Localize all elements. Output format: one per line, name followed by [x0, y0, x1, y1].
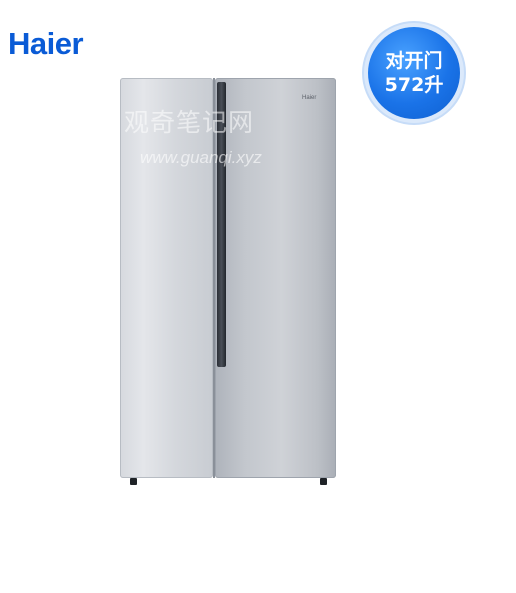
badge-door-type: 对开门 — [385, 50, 443, 72]
feature-badge: 对开门 572升 — [368, 27, 460, 119]
brand-logo: Haier — [8, 26, 84, 61]
badge-capacity: 572升 — [384, 74, 444, 96]
left-foot — [130, 478, 137, 485]
right-foot — [320, 478, 327, 485]
watermark-url: www.guanqi.xyz — [140, 148, 262, 167]
watermark-text: 观奇笔记网 — [124, 108, 255, 137]
door-brand-logo: Haier — [302, 95, 317, 101]
